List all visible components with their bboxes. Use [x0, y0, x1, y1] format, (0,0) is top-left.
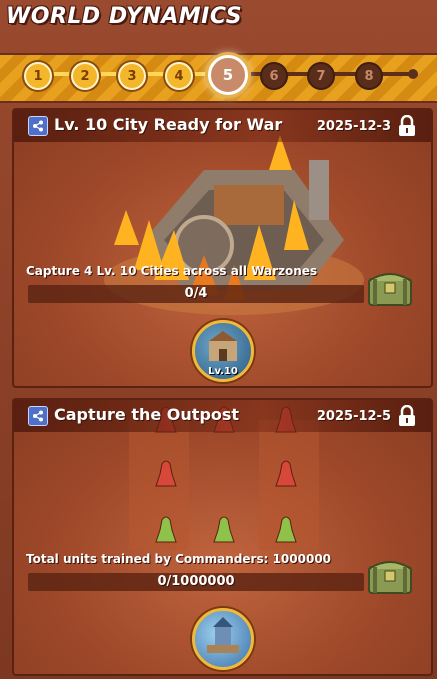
- share-icon[interactable]: [28, 116, 48, 136]
- page-title: WORLD DYNAMICS: [6, 4, 243, 29]
- outpost-marker: [213, 516, 235, 543]
- stage-step-1[interactable]: 1: [24, 62, 52, 90]
- event-progress-text: 0/4: [184, 286, 208, 301]
- stage-step-6[interactable]: 6: [260, 62, 288, 90]
- chest-icon[interactable]: [367, 555, 413, 595]
- event-progress-bar: 0/4: [28, 285, 364, 303]
- stage-step-7[interactable]: 7: [307, 62, 335, 90]
- event-title: Capture the Outpost: [54, 405, 240, 424]
- event-description: Capture 4 Lv. 10 Cities across all Warzo…: [26, 264, 318, 278]
- stage-track-end: [408, 69, 418, 79]
- stage-step-2[interactable]: 2: [71, 62, 99, 90]
- event-card-city-ready[interactable]: Lv. 10 City Ready for War 2025-12-3 Capt…: [12, 108, 433, 388]
- outpost-badge-icon: [192, 608, 254, 670]
- event-progress-bar: 0/1000000: [28, 573, 364, 591]
- event-description: Total units trained by Commanders: 10000…: [26, 552, 332, 566]
- stage-step-5[interactable]: 5: [208, 55, 248, 95]
- city-badge-icon: Lv.10: [192, 320, 254, 382]
- lock-icon: [399, 405, 415, 426]
- stage-step-4[interactable]: 4: [165, 62, 193, 90]
- badge-level: Lv.10: [208, 366, 238, 377]
- chest-icon[interactable]: [367, 267, 413, 307]
- event-card-capture-outpost[interactable]: Capture the Outpost 2025-12-5 Total unit…: [12, 398, 433, 676]
- event-title: Lv. 10 City Ready for War: [54, 115, 283, 134]
- stage-step-8[interactable]: 8: [355, 62, 383, 90]
- lock-icon: [399, 115, 415, 136]
- event-date: 2025-12-3: [316, 119, 391, 134]
- stage-step-3[interactable]: 3: [118, 62, 146, 90]
- event-progress-text: 0/1000000: [157, 574, 235, 589]
- event-date: 2025-12-5: [316, 409, 391, 424]
- share-icon[interactable]: [28, 406, 48, 426]
